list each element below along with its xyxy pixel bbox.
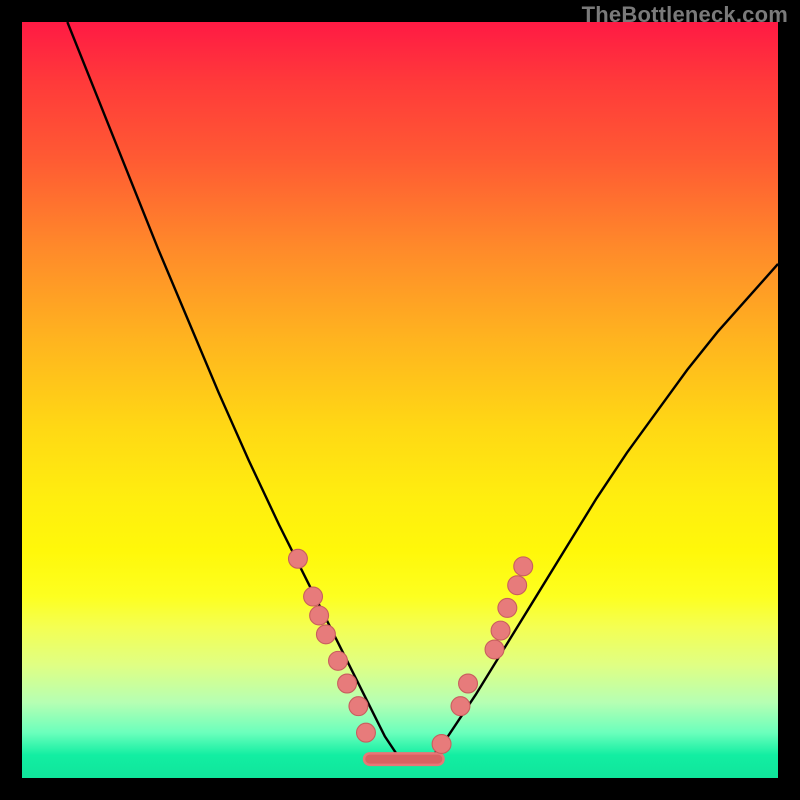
curve-marker xyxy=(329,651,348,670)
curve-marker xyxy=(514,557,533,576)
curve-marker xyxy=(498,598,517,617)
curve-marker xyxy=(357,723,376,742)
curve-marker xyxy=(316,625,335,644)
curve-marker xyxy=(338,674,357,693)
curve-svg xyxy=(22,22,778,778)
plot-area xyxy=(22,22,778,778)
curve-marker xyxy=(349,697,368,716)
curve-marker xyxy=(288,549,307,568)
curve-marker xyxy=(310,606,329,625)
curve-marker xyxy=(485,640,504,659)
curve-marker xyxy=(432,735,451,754)
bottleneck-curve xyxy=(67,22,778,759)
curve-marker xyxy=(304,587,323,606)
curve-marker xyxy=(459,674,478,693)
curve-marker xyxy=(451,697,470,716)
chart-frame: TheBottleneck.com xyxy=(0,0,800,800)
curve-marker xyxy=(491,621,510,640)
watermark-text: TheBottleneck.com xyxy=(582,2,788,28)
curve-marker xyxy=(508,576,527,595)
marker-group xyxy=(288,549,532,753)
